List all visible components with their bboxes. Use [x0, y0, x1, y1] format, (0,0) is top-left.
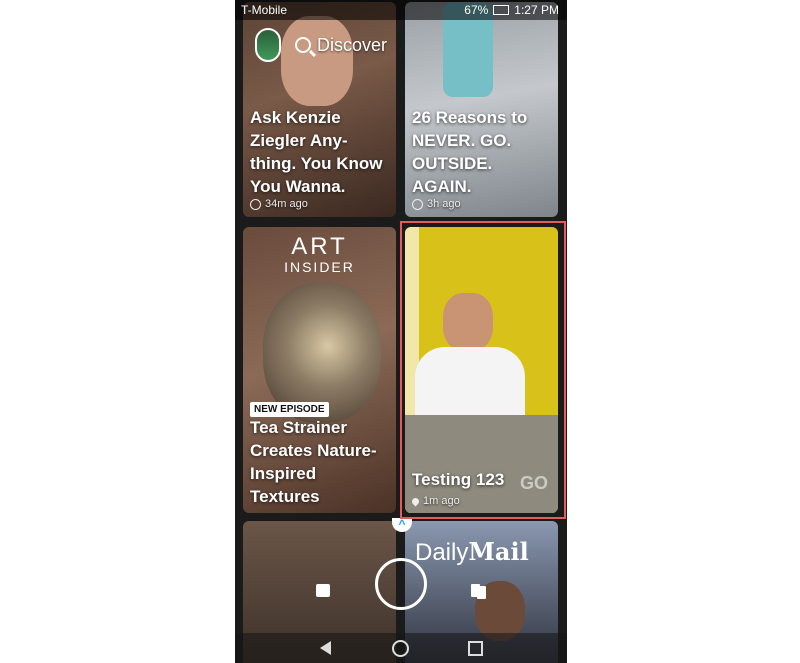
- art-insider-logo: ART INSIDER: [243, 233, 396, 275]
- globe-icon: [250, 198, 261, 210]
- story-tile-outside[interactable]: 26 Reasons to NEVER. GO. OUTSIDE. AGAIN.…: [405, 2, 558, 217]
- tile-caption: Ask Kenzie Ziegler Any-thing. You Know Y…: [250, 108, 383, 196]
- search-icon[interactable]: [295, 37, 311, 53]
- capture-button[interactable]: [375, 558, 427, 610]
- tile-time: 34m ago: [265, 198, 308, 210]
- stories-icon-part: [477, 586, 486, 599]
- new-episode-badge: NEW EPISODE: [250, 402, 329, 417]
- carrier-label: T-Mobile: [241, 3, 288, 17]
- battery-icon: [493, 5, 510, 15]
- avatar[interactable]: [255, 28, 281, 62]
- clock: 1:27 PM: [514, 3, 559, 17]
- status-bar: T-Mobile 67% 1:27 PM: [235, 0, 567, 20]
- home-icon[interactable]: [392, 640, 409, 657]
- chat-icon[interactable]: [316, 584, 330, 597]
- selection-highlight: [400, 221, 566, 519]
- back-icon[interactable]: [320, 641, 331, 655]
- android-nav-bar: [235, 633, 567, 663]
- logo-line2: INSIDER: [284, 259, 355, 275]
- story-tile-art-insider[interactable]: ART INSIDER NEW EPISODE Tea Strainer Cre…: [243, 227, 396, 513]
- tile-time: 3h ago: [427, 198, 461, 210]
- globe-icon: [412, 198, 423, 210]
- logo-daily: Daily: [415, 539, 469, 566]
- tile-caption: 26 Reasons to NEVER. GO. OUTSIDE. AGAIN.: [412, 108, 528, 196]
- tile-meta: 34m ago: [250, 198, 308, 210]
- page-title[interactable]: Discover: [317, 35, 387, 56]
- tile-caption: Tea Strainer Creates Nature-Inspired Tex…: [250, 418, 377, 506]
- daily-mail-logo: DailyMail: [415, 537, 529, 567]
- tile-meta: 3h ago: [412, 198, 461, 210]
- battery-level: 67%: [464, 3, 489, 17]
- discover-header: Discover: [255, 28, 387, 62]
- status-icons: 67% 1:27 PM: [464, 3, 559, 17]
- logo-mail: Mail: [468, 537, 529, 566]
- stories-icon[interactable]: [471, 584, 487, 599]
- recents-icon[interactable]: [468, 641, 483, 656]
- logo-line1: ART: [291, 233, 348, 260]
